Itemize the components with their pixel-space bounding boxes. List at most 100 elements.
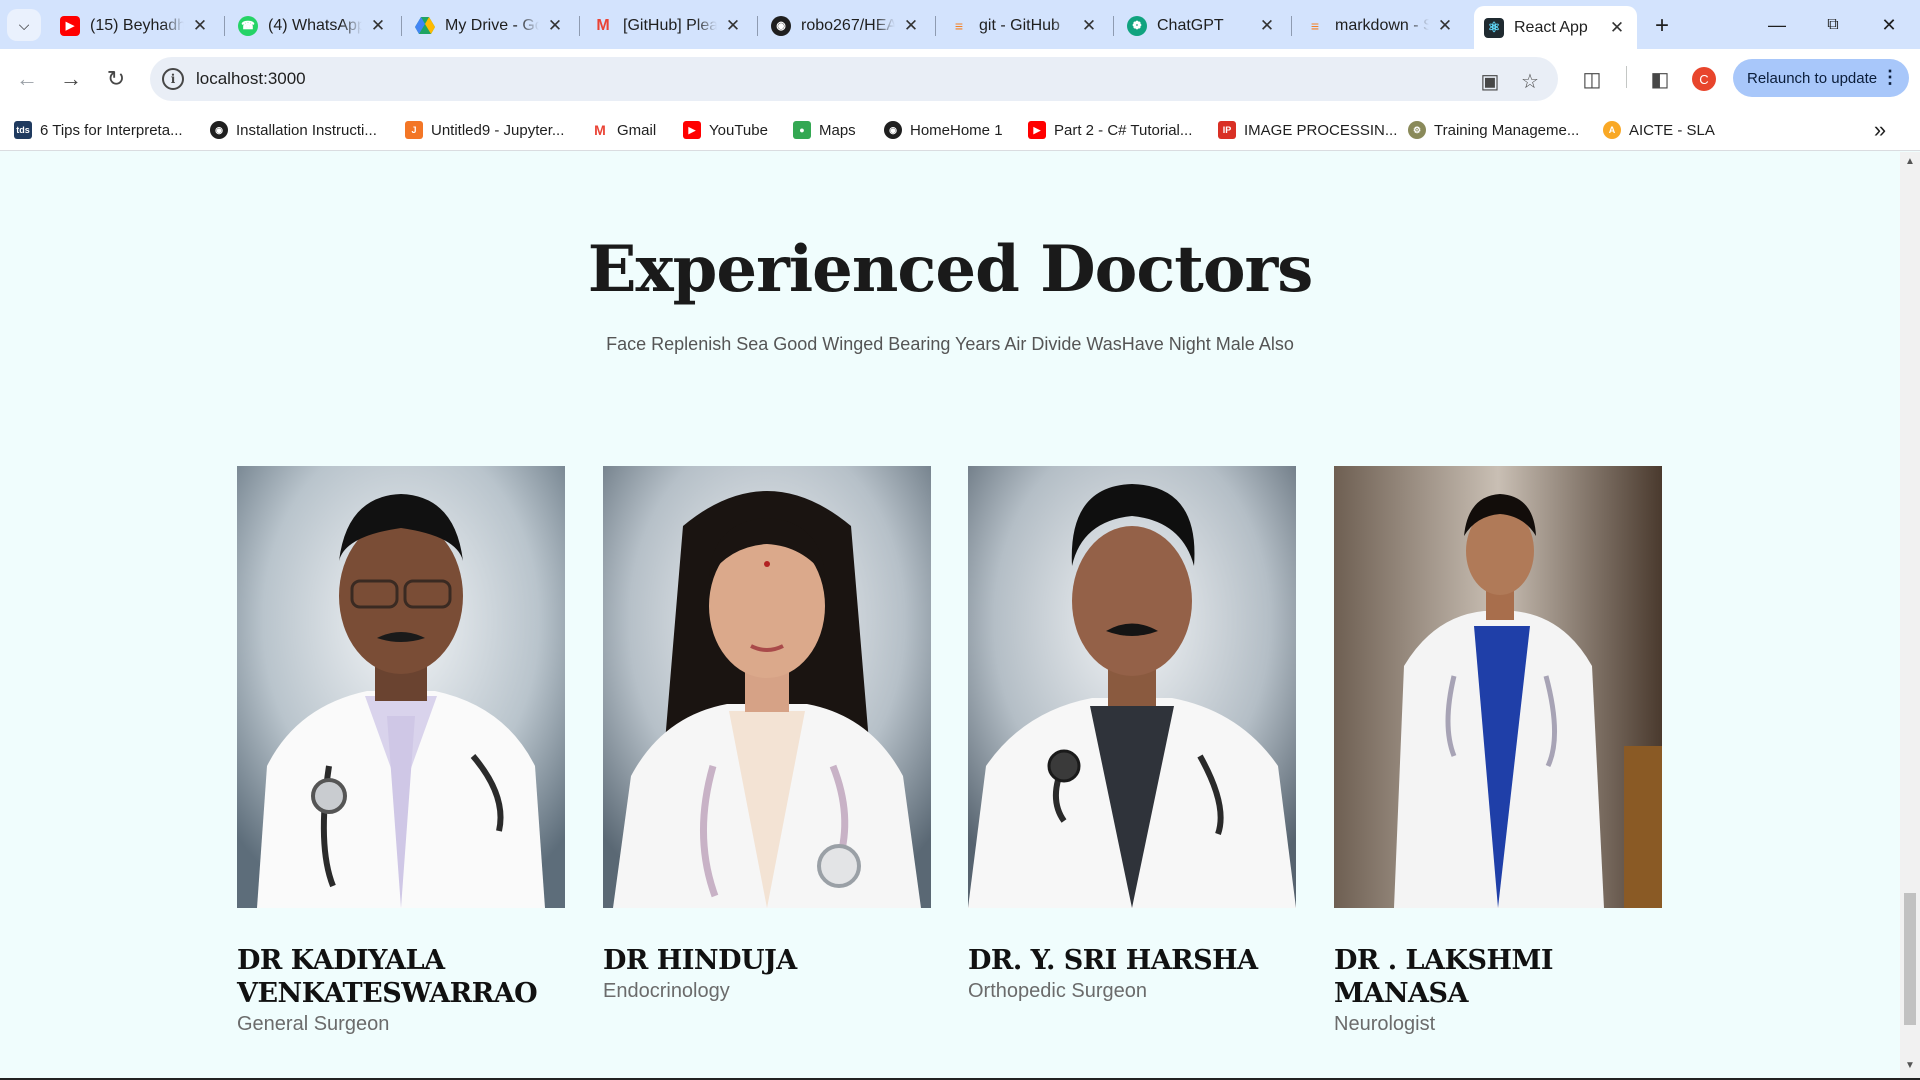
doctor-card[interactable]: DR . LAKSHMI MANASA Neurologist [1334,466,1662,1046]
youtube-icon: ▶ [683,121,701,139]
doctor-card[interactable]: DR. Y. SRI HARSHA Orthopedic Surgeon [968,466,1296,1013]
tab-separator [579,16,580,36]
profile-avatar[interactable]: C [1692,67,1716,91]
forward-arrow-icon: → [60,66,82,91]
close-icon[interactable]: ✕ [1607,18,1627,38]
bookmark-item[interactable]: ◉ HomeHome 1 [884,119,1003,141]
close-icon[interactable]: ✕ [901,16,921,36]
tab-separator [224,16,225,36]
forward-button[interactable]: → [55,63,87,95]
restore-button[interactable]: ⧉ [1810,10,1856,40]
doctor-photo [237,466,565,908]
tab-git[interactable]: ≡ git - GitHub ✕ [939,8,1109,43]
bookmark-star-icon[interactable]: ☆ [1518,69,1542,93]
tab-markdown[interactable]: ≡ markdown - Stack ✕ [1295,8,1465,43]
bookmark-item[interactable]: ◉ Installation Instructi... [210,119,377,141]
doctor-card[interactable]: DR KADIYALA VENKATESWARRAO General Surge… [237,466,565,1046]
address-bar[interactable]: i localhost:3000 ▣ ☆ [150,57,1558,101]
relaunch-label: Relaunch to update [1747,69,1878,87]
new-tab-button[interactable]: + [1648,12,1676,40]
close-window-button[interactable]: ✕ [1866,10,1912,40]
doctor-name: DR . LAKSHMI MANASA [1334,945,1553,1009]
youtube-icon: ▶ [60,15,80,36]
globe-icon: ◉ [884,121,902,139]
bookmark-label: Part 2 - C# Tutorial... [1054,121,1193,139]
close-icon[interactable]: ✕ [190,16,210,36]
tab-separator [401,16,402,36]
tab-search-button[interactable]: ⌵ [7,9,41,41]
tab-title: [GitHub] Please verify [623,16,717,34]
bookmark-item[interactable]: ● Maps [793,119,856,141]
site-info-icon[interactable]: i [162,68,184,90]
reload-button[interactable]: ↻ [100,63,132,95]
whatsapp-icon: ☎ [238,15,258,36]
google-drive-icon [415,16,435,36]
bookmark-item[interactable]: ⚙ Training Manageme... [1408,119,1579,141]
more-vert-icon: ⋮ [1881,67,1899,87]
toolbar-divider [1626,66,1627,88]
jupyter-icon: J [405,121,423,139]
bookmark-item[interactable]: ▶ YouTube [683,119,768,141]
bookmark-item[interactable]: J Untitled9 - Jupyter... [405,119,564,141]
aicte-icon: A [1603,121,1621,139]
tab-gmail[interactable]: M [GitHub] Please verify ✕ [583,8,753,43]
scroll-up-icon[interactable]: ▲ [1905,156,1915,167]
close-icon[interactable]: ✕ [1435,16,1455,36]
scroll-down-icon[interactable]: ▼ [1905,1060,1915,1071]
training-icon: ⚙ [1408,121,1426,139]
minimize-icon: — [1768,14,1786,35]
bookmark-label: IMAGE PROCESSIN... [1244,121,1398,139]
close-icon[interactable]: ✕ [368,16,388,36]
react-icon: ⚛ [1484,17,1504,38]
doctor-info: DR. Y. SRI HARSHA Orthopedic Surgeon [968,908,1296,1013]
section-subtitle: Face Replenish Sea Good Winged Bearing Y… [606,334,1294,354]
minimize-button[interactable]: — [1754,10,1800,40]
tab-title: My Drive - Google Drive [445,16,539,34]
bookmark-item[interactable]: ▶ Part 2 - C# Tutorial... [1028,119,1192,141]
close-icon[interactable]: ✕ [1257,16,1277,36]
tab-github[interactable]: ◉ robo267/HEALTHCARE ✕ [761,8,931,43]
tab-react-app[interactable]: ⚛ React App ✕ [1474,6,1637,49]
doctor-photo [1334,466,1662,908]
stackoverflow-icon: ≡ [954,17,964,34]
youtube-icon: ▶ [1028,121,1046,139]
tab-separator [757,16,758,36]
doctor-photo [603,466,931,908]
tab-chatgpt[interactable]: ❁ ChatGPT ✕ [1117,8,1287,43]
scrollbar-thumb[interactable] [1904,893,1916,1025]
install-app-icon[interactable]: ▣ [1478,69,1502,93]
tab-separator [935,16,936,36]
tab-youtube[interactable]: ▶ (15) Beyhadh ✕ [50,8,220,43]
bookmark-item[interactable]: M Gmail [591,119,656,141]
bookmark-label: HomeHome 1 [910,121,1003,139]
page-viewport: Experienced Doctors Face Replenish Sea G… [0,152,1900,1078]
chatgpt-icon: ❁ [1127,15,1147,36]
close-icon[interactable]: ✕ [545,16,565,36]
bookmark-label: Untitled9 - Jupyter... [431,121,565,139]
bookmarks-overflow-button[interactable]: » [1868,112,1892,148]
bookmark-item[interactable]: IP IMAGE PROCESSIN... [1218,119,1397,141]
stackoverflow-icon: ≡ [1310,17,1320,34]
bookmark-label: Installation Instructi... [236,121,377,139]
close-icon[interactable]: ✕ [723,16,743,36]
bookmark-item[interactable]: tds 6 Tips for Interpreta... [14,119,183,141]
relaunch-button[interactable]: Relaunch to update ⋮ [1733,59,1909,97]
tab-title: (4) WhatsApp [268,16,362,34]
bookmark-item[interactable]: A AICTE - SLA [1603,119,1715,141]
doctor-card[interactable]: DR HINDUJA Endocrinology [603,466,931,1013]
side-panel-icon: ◧ [1650,68,1670,91]
side-panel-button[interactable]: ◧ [1644,63,1676,95]
gmail-icon: M [594,122,606,138]
tab-separator [1113,16,1114,36]
url-text[interactable]: localhost:3000 [196,69,306,89]
tab-whatsapp[interactable]: ☎ (4) WhatsApp ✕ [228,8,398,43]
section-title: Experienced Doctors [587,232,1314,307]
github-icon: ◉ [771,15,791,36]
back-arrow-icon: ← [16,66,38,91]
tab-title: ChatGPT [1157,16,1224,34]
close-icon[interactable]: ✕ [1079,16,1099,36]
tab-google-drive[interactable]: My Drive - Google Drive ✕ [405,8,575,43]
back-button[interactable]: ← [11,63,43,95]
extensions-button[interactable]: ◫ [1576,63,1608,95]
puzzle-icon: ◫ [1582,68,1602,91]
